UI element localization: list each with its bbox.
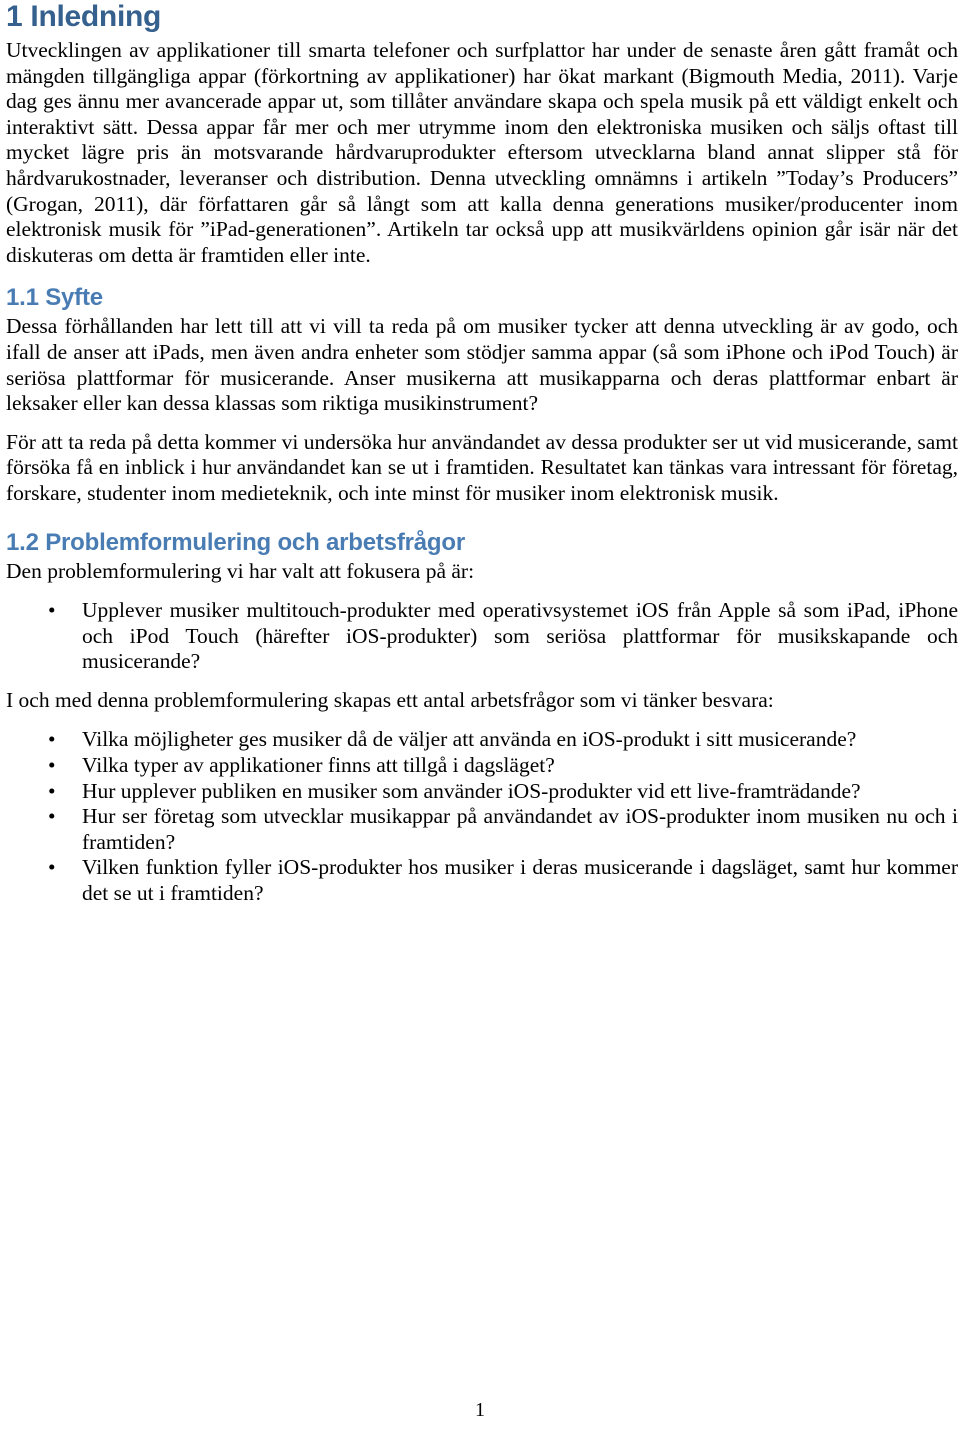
page-content: 1 Inledning Utvecklingen av applikatione… — [6, 0, 958, 907]
list-item-label: Hur upplever publiken en musiker som anv… — [82, 778, 861, 803]
list-item-label: Hur ser företag som utvecklar musikappar… — [82, 804, 958, 854]
list-item: • Vilken funktion fyller iOS-produkter h… — [6, 855, 958, 906]
bullet-icon: • — [48, 804, 56, 829]
bullet-icon: • — [48, 778, 56, 803]
list-item: • Upplever musiker multitouch-produkter … — [6, 598, 958, 675]
list-item-label: Vilka typer av applikationer finns att t… — [82, 753, 555, 778]
list-item-label: Vilken funktion fyller iOS-produkter hos… — [82, 855, 958, 906]
document-page: 1 Inledning Utvecklingen av applikatione… — [0, 0, 960, 1448]
bullet-icon: • — [48, 598, 56, 623]
list-item: • Vilka typer av applikationer finns att… — [6, 753, 958, 779]
heading-1-1-syfte: 1.1 Syfte — [6, 284, 103, 312]
heading-1-inledning: 1 Inledning — [6, 0, 162, 33]
heading-1-2-problemformulering: 1.2 Problemformulering och arbetsfrågor — [6, 528, 465, 556]
paragraph-questions-lead: I och med denna problemformulering skapa… — [6, 687, 774, 712]
list-item: • Vilka möjligheter ges musiker då de vä… — [6, 727, 958, 753]
page-number: 1 — [475, 1399, 485, 1421]
list-item: • Hur upplever publiken en musiker som a… — [6, 779, 958, 805]
list-item: • Hur ser företag som utvecklar musikapp… — [6, 804, 958, 855]
paragraph-problemformulering-intro: Den problemformulering vi har valt att f… — [6, 558, 475, 583]
problem-bullet-list: • Upplever musiker multitouch-produkter … — [6, 598, 958, 675]
paragraph-syfte-1: Dessa förhållanden har lett till att vi … — [6, 314, 958, 416]
bullet-icon: • — [48, 727, 56, 752]
list-item-label: Upplever musiker multitouch-produkter me… — [82, 598, 958, 674]
questions-bullet-list: • Vilka möjligheter ges musiker då de vä… — [6, 727, 958, 906]
bullet-icon: • — [48, 855, 56, 880]
bullet-icon: • — [48, 753, 56, 778]
list-item-label: Vilka möjligheter ges musiker då de välj… — [82, 727, 857, 752]
paragraph-inledning-1: Utvecklingen av applikationer till smart… — [6, 38, 958, 267]
paragraph-syfte-2: För att ta reda på detta kommer vi under… — [6, 429, 958, 505]
